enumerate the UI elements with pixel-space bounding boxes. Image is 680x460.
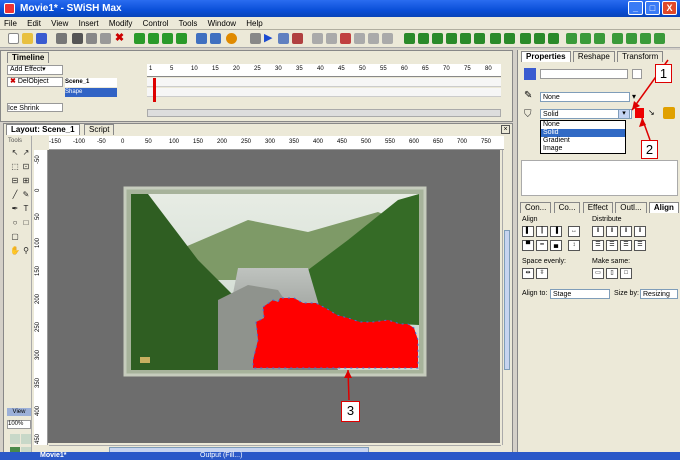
callout-2: 2 (641, 140, 658, 159)
callout-3: 3 (341, 401, 360, 422)
taskbar-item[interactable]: Movie1* (40, 452, 66, 460)
callout-3-arrowhead (344, 370, 352, 378)
callout-arrows (344, 59, 669, 401)
taskbar-item-2[interactable]: Output (Fill...) (200, 452, 242, 460)
callout-1-arrowhead (632, 101, 640, 110)
callout-1: 1 (655, 64, 672, 83)
taskbar: Movie1* Output (Fill...) (0, 452, 680, 460)
